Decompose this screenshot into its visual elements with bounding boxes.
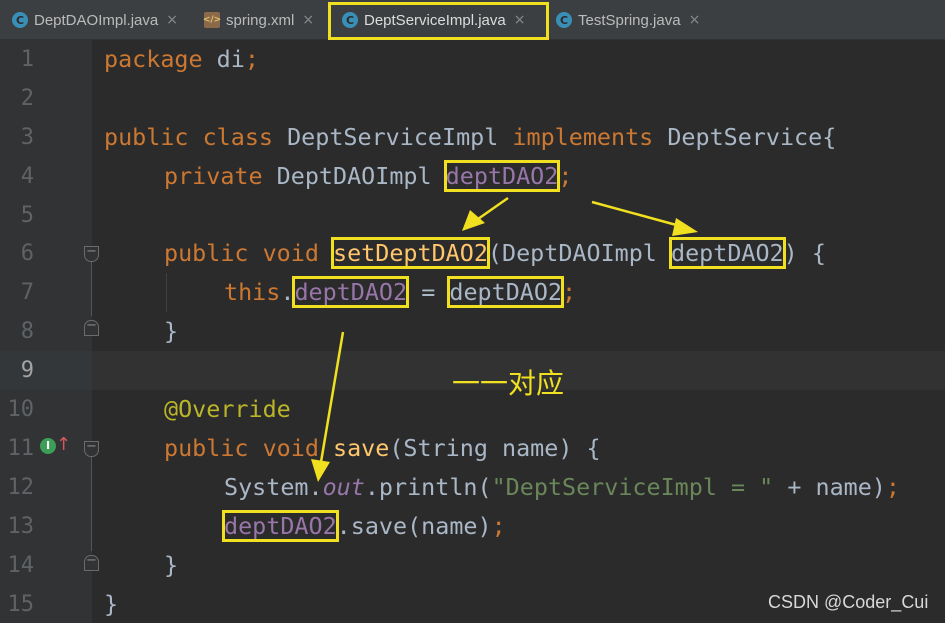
- keyword: package: [104, 45, 203, 73]
- line-number: 14: [7, 553, 35, 578]
- static-field: out: [322, 473, 365, 501]
- active-tab-highlight-box: [328, 2, 549, 40]
- close-icon[interactable]: ×: [689, 12, 701, 28]
- code-line-8: }: [164, 312, 178, 351]
- line-number: 15: [7, 592, 35, 617]
- type-name: DeptDAOImpl: [262, 162, 446, 190]
- line-number: 10: [7, 397, 35, 422]
- implements-method-icon[interactable]: I: [40, 438, 56, 454]
- code-text: System.: [224, 473, 323, 501]
- line-number: 5: [20, 203, 34, 228]
- java-class-icon: C: [556, 12, 572, 28]
- this-field-highlight: deptDAO2: [292, 276, 410, 308]
- line-number: 2: [20, 86, 34, 111]
- code-line-7: this.deptDAO2 = deptDAO2;: [224, 273, 576, 312]
- code-line-14: }: [164, 546, 178, 585]
- keyword: this: [224, 278, 281, 306]
- line-number: 4: [20, 164, 34, 189]
- fold-collapse-icon[interactable]: −: [84, 245, 99, 262]
- string-literal: "DeptServiceImpl = ": [491, 473, 774, 501]
- fold-guide: [91, 457, 92, 551]
- code-line-1: package di;: [104, 40, 259, 79]
- code-line-11: public void save(String name) {: [164, 429, 601, 468]
- line-number: 3: [20, 125, 34, 150]
- code-line-10: @Override: [164, 390, 291, 429]
- fold-guide: [91, 262, 92, 316]
- tab-testspring[interactable]: C TestSpring.java ×: [556, 0, 700, 40]
- semicolon: ;: [562, 278, 577, 306]
- param-deptdao2-highlight: deptDAO2: [668, 237, 786, 269]
- keyword: public class: [104, 123, 273, 151]
- class-name: DeptServiceImpl: [273, 123, 513, 151]
- semicolon: ;: [885, 473, 900, 501]
- close-icon[interactable]: ×: [302, 12, 314, 28]
- line-number-current: 9: [20, 358, 34, 383]
- code-text: .: [280, 278, 295, 306]
- watermark: CSDN @Coder_Cui: [768, 592, 929, 612]
- semicolon: ;: [244, 45, 259, 73]
- code-text: ) {: [783, 239, 826, 267]
- keyword: implements: [512, 123, 654, 151]
- code-line-15: }: [104, 585, 118, 623]
- assigned-param-highlight: deptDAO2: [447, 276, 565, 308]
- code-line-12: System.out.println("DeptServiceImpl = " …: [224, 468, 900, 507]
- indent-guide: [166, 273, 167, 312]
- param-type: (DeptDAOImpl: [487, 239, 671, 267]
- tab-spring-xml[interactable]: </> spring.xml ×: [203, 0, 314, 40]
- fold-end-icon[interactable]: −: [84, 319, 99, 336]
- tab-deptdaoimpl[interactable]: C DeptDAOImpl.java ×: [12, 0, 178, 40]
- keyword: public void: [164, 239, 333, 267]
- field-deptdao2-highlight: deptDAO2: [443, 160, 561, 192]
- field-usage-highlight: deptDAO2: [222, 510, 339, 542]
- keyword: public void: [164, 434, 333, 462]
- line-number: 8: [20, 319, 34, 344]
- semicolon: ;: [491, 512, 506, 540]
- editor-tab-bar: C DeptDAOImpl.java × </> spring.xml × C …: [0, 0, 945, 40]
- line-number: 11: [7, 436, 35, 461]
- fold-end-icon[interactable]: −: [84, 554, 99, 571]
- brace: }: [104, 590, 119, 618]
- interface-name: DeptService{: [653, 123, 837, 151]
- keyword: private: [164, 162, 263, 190]
- code-text: (String name) {: [389, 434, 601, 462]
- line-number: 6: [20, 241, 34, 266]
- setter-method-highlight: setDeptDAO2: [331, 237, 490, 269]
- brace: }: [164, 551, 179, 579]
- code-text: + name): [773, 473, 886, 501]
- line-number: 1: [20, 47, 34, 72]
- line-number: 13: [7, 514, 35, 539]
- arrow-to-setter: [462, 196, 509, 231]
- brace: }: [164, 317, 179, 345]
- tab-label: TestSpring.java: [578, 11, 681, 29]
- arrow-up-icon[interactable]: ↑: [56, 434, 71, 455]
- code-text: .save(name): [336, 512, 492, 540]
- xml-file-icon: </>: [203, 12, 221, 28]
- package-name: di: [202, 45, 245, 73]
- annotation: @Override: [164, 395, 291, 423]
- line-number: 7: [20, 280, 34, 305]
- code-text: .println(: [364, 473, 492, 501]
- correspondence-note: 一一对应: [452, 367, 565, 400]
- close-icon[interactable]: ×: [166, 12, 178, 28]
- code-text: =: [407, 278, 450, 306]
- tab-label: DeptDAOImpl.java: [34, 11, 159, 29]
- method-name: save: [333, 434, 390, 462]
- tab-label: spring.xml: [226, 11, 295, 29]
- code-line-4: private DeptDAOImpl deptDAO2;: [164, 157, 572, 196]
- code-line-3: public class DeptServiceImpl implements …: [104, 118, 836, 157]
- code-line-6: public void setDeptDAO2(DeptDAOImpl dept…: [164, 234, 826, 273]
- fold-collapse-icon[interactable]: −: [84, 440, 99, 457]
- java-class-icon: C: [12, 12, 28, 28]
- arrow-to-param: [591, 200, 698, 236]
- line-number: 12: [7, 475, 35, 500]
- code-line-13: deptDAO2.save(name);: [222, 507, 506, 546]
- semicolon: ;: [558, 162, 573, 190]
